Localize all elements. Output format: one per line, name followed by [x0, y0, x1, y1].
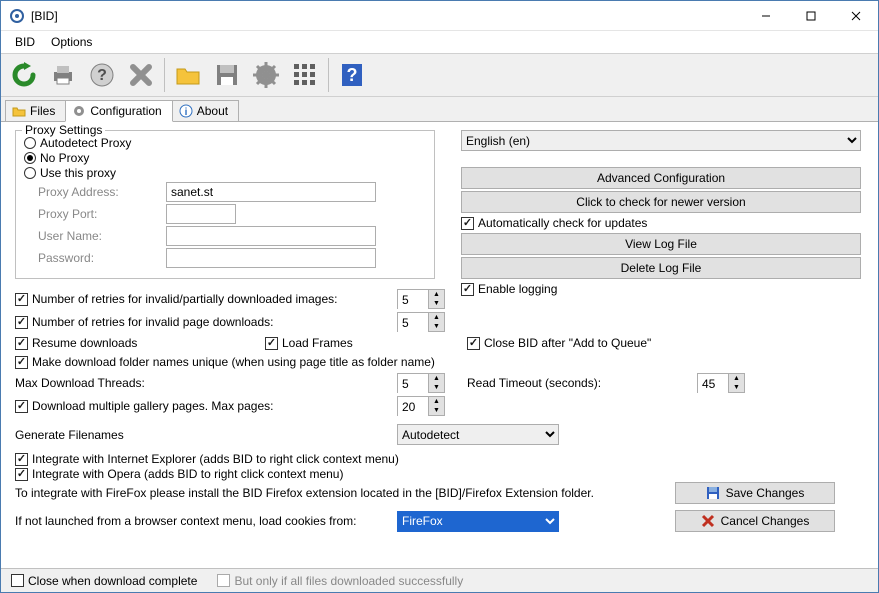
- cancel-icon: [701, 514, 715, 528]
- refresh-button[interactable]: [5, 56, 43, 94]
- save-button-toolbar[interactable]: [208, 56, 246, 94]
- status-bar: Close when download complete But only if…: [1, 568, 878, 592]
- tab-about[interactable]: i About: [172, 100, 239, 121]
- titlebar: [BID]: [1, 1, 878, 31]
- menu-options[interactable]: Options: [43, 33, 100, 51]
- tab-files-label: Files: [30, 104, 55, 118]
- delete-log-file-button[interactable]: Delete Log File: [461, 257, 861, 279]
- firefox-note: To integrate with FireFox please install…: [15, 486, 675, 500]
- resume-downloads-checkbox[interactable]: Resume downloads: [15, 336, 265, 350]
- auto-check-updates-checkbox[interactable]: Automatically check for updates: [461, 216, 861, 230]
- retries-images-checkbox[interactable]: Number of retries for invalid/partially …: [15, 292, 397, 306]
- radio-no-proxy[interactable]: No Proxy: [24, 151, 426, 165]
- save-changes-button[interactable]: Save Changes: [675, 482, 835, 504]
- integrate-opera-checkbox[interactable]: Integrate with Opera (adds BID to right …: [15, 467, 864, 481]
- generate-filenames-select[interactable]: Autodetect: [397, 424, 559, 445]
- close-button[interactable]: [833, 1, 878, 30]
- integrate-ie-checkbox[interactable]: Integrate with Internet Explorer (adds B…: [15, 452, 864, 466]
- proxy-settings-title: Proxy Settings: [22, 123, 105, 137]
- content: Proxy Settings Autodetect Proxy No Proxy…: [1, 122, 878, 540]
- view-log-file-button[interactable]: View Log File: [461, 233, 861, 255]
- read-timeout-label: Read Timeout (seconds):: [467, 376, 697, 390]
- user-name-input[interactable]: [166, 226, 376, 246]
- close-when-done-checkbox[interactable]: Close when download complete: [11, 574, 197, 588]
- menu-bid[interactable]: BID: [7, 33, 43, 51]
- load-cookies-select[interactable]: FireFox: [397, 511, 559, 532]
- password-label: Password:: [38, 251, 166, 265]
- minimize-button[interactable]: [743, 1, 788, 30]
- retries-images-spinner[interactable]: ▲▼: [397, 289, 445, 309]
- enable-logging-checkbox[interactable]: Enable logging: [461, 282, 861, 296]
- radio-use-this-proxy[interactable]: Use this proxy: [24, 166, 426, 180]
- max-threads-label: Max Download Threads:: [15, 376, 397, 390]
- help-button[interactable]: ?: [83, 56, 121, 94]
- tab-configuration[interactable]: Configuration: [65, 100, 172, 122]
- gear-button[interactable]: [247, 56, 285, 94]
- proxy-address-label: Proxy Address:: [38, 185, 166, 199]
- generate-filenames-label: Generate Filenames: [15, 428, 397, 442]
- svg-text:?: ?: [97, 67, 107, 84]
- retries-pages-spinner[interactable]: ▲▼: [397, 312, 445, 332]
- toolbar: ? ?: [1, 53, 878, 97]
- save-icon: [706, 486, 720, 500]
- user-name-label: User Name:: [38, 229, 166, 243]
- tabs: Files Configuration i About: [1, 97, 878, 122]
- proxy-address-input[interactable]: [166, 182, 376, 202]
- advanced-configuration-button[interactable]: Advanced Configuration: [461, 167, 861, 189]
- info-icon: i: [179, 104, 193, 118]
- language-select[interactable]: English (en): [461, 130, 861, 151]
- tab-about-label: About: [197, 104, 228, 118]
- delete-button[interactable]: [122, 56, 160, 94]
- maximize-button[interactable]: [788, 1, 833, 30]
- tab-files[interactable]: Files: [5, 100, 66, 121]
- folder-icon: [12, 104, 26, 118]
- svg-text:i: i: [184, 107, 187, 118]
- print-button[interactable]: [44, 56, 82, 94]
- multi-gallery-spinner[interactable]: ▲▼: [397, 396, 445, 416]
- window-title: [BID]: [31, 9, 743, 23]
- proxy-settings-group: Proxy Settings Autodetect Proxy No Proxy…: [15, 130, 435, 279]
- only-if-success-checkbox: But only if all files downloaded success…: [217, 574, 463, 588]
- check-newer-version-button[interactable]: Click to check for newer version: [461, 191, 861, 213]
- radio-autodetect-proxy[interactable]: Autodetect Proxy: [24, 136, 426, 150]
- gear-icon: [72, 104, 86, 118]
- proxy-port-input[interactable]: [166, 204, 236, 224]
- cancel-changes-button[interactable]: Cancel Changes: [675, 510, 835, 532]
- tab-configuration-label: Configuration: [90, 104, 161, 118]
- svg-text:?: ?: [347, 65, 358, 85]
- folder-button[interactable]: [169, 56, 207, 94]
- help-blue-button[interactable]: ?: [333, 56, 371, 94]
- read-timeout-spinner[interactable]: ▲▼: [697, 373, 745, 393]
- max-threads-spinner[interactable]: ▲▼: [397, 373, 445, 393]
- app-icon: [9, 8, 25, 24]
- close-after-queue-checkbox[interactable]: Close BID after "Add to Queue": [467, 336, 864, 350]
- load-cookies-label: If not launched from a browser context m…: [15, 514, 397, 528]
- unique-folder-checkbox[interactable]: Make download folder names unique (when …: [15, 355, 864, 369]
- multi-gallery-checkbox[interactable]: Download multiple gallery pages. Max pag…: [15, 399, 397, 413]
- password-input[interactable]: [166, 248, 376, 268]
- grid-button[interactable]: [286, 56, 324, 94]
- load-frames-checkbox[interactable]: Load Frames: [265, 336, 353, 350]
- proxy-port-label: Proxy Port:: [38, 207, 166, 221]
- retries-pages-checkbox[interactable]: Number of retries for invalid page downl…: [15, 315, 397, 329]
- menubar: BID Options: [1, 31, 878, 53]
